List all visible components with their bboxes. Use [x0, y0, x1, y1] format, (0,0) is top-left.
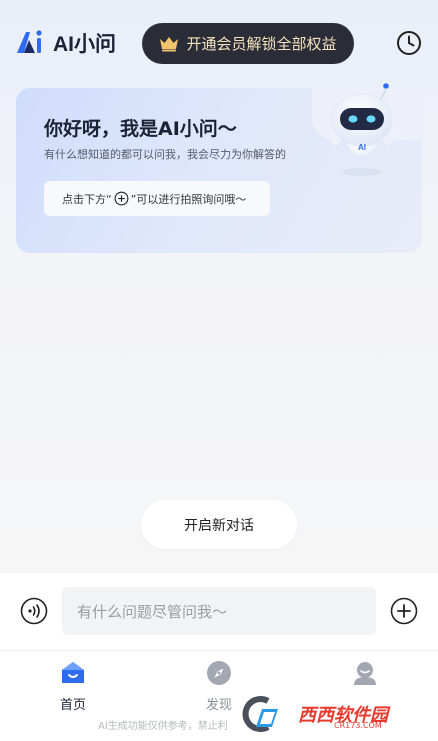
vip-upgrade-label: 开通会员解锁全部权益 [186, 35, 337, 53]
photo-hint-after: ”可以进行拍照询问哦～ [130, 192, 247, 206]
robot-mascot-icon: AI [330, 83, 394, 176]
app-name: AI小问 [53, 33, 116, 56]
app-logo: AI小问 [15, 28, 116, 58]
watermark-logo-icon [242, 696, 278, 732]
plus-circle-icon [114, 191, 129, 206]
question-input-placeholder: 有什么问题尽管问我～ [77, 602, 228, 621]
photo-hint: 点击下方“ ”可以进行拍照询问哦～ [44, 181, 270, 216]
photo-hint-before: 点击下方“ [62, 192, 112, 206]
watermark-sub: CR173.COM [334, 721, 382, 730]
ai-disclaimer: AI生成功能仅供参考，禁止利 [98, 721, 228, 732]
tab-home-label: 首页 [59, 698, 86, 713]
plus-circle-icon[interactable] [390, 597, 418, 625]
greeting-title: 你好呀，我是AI小问～ [44, 118, 237, 140]
app-header: AI小问 开通会员解锁全部权益 [0, 0, 438, 86]
new-chat-label: 开启新对话 [184, 517, 254, 534]
greeting-subtitle: 有什么想知道的都可以问我，我会尽力为你解答的 [44, 148, 286, 161]
voice-icon[interactable] [20, 597, 48, 625]
profile-icon [354, 662, 376, 685]
ai-logo-icon [17, 30, 42, 53]
vip-upgrade-button[interactable]: 开通会员解锁全部权益 [142, 23, 354, 64]
site-watermark: 西西软件园 CR173.COM [238, 694, 418, 734]
compass-icon [207, 661, 231, 685]
crown-icon [160, 36, 179, 51]
mascot-badge: AI [358, 143, 366, 152]
clock-icon[interactable] [395, 29, 423, 57]
home-icon [62, 662, 84, 683]
tab-home[interactable]: 首页 [33, 660, 113, 713]
new-chat-button[interactable]: 开启新对话 [141, 500, 297, 549]
question-input[interactable]: 有什么问题尽管问我～ [62, 587, 376, 635]
